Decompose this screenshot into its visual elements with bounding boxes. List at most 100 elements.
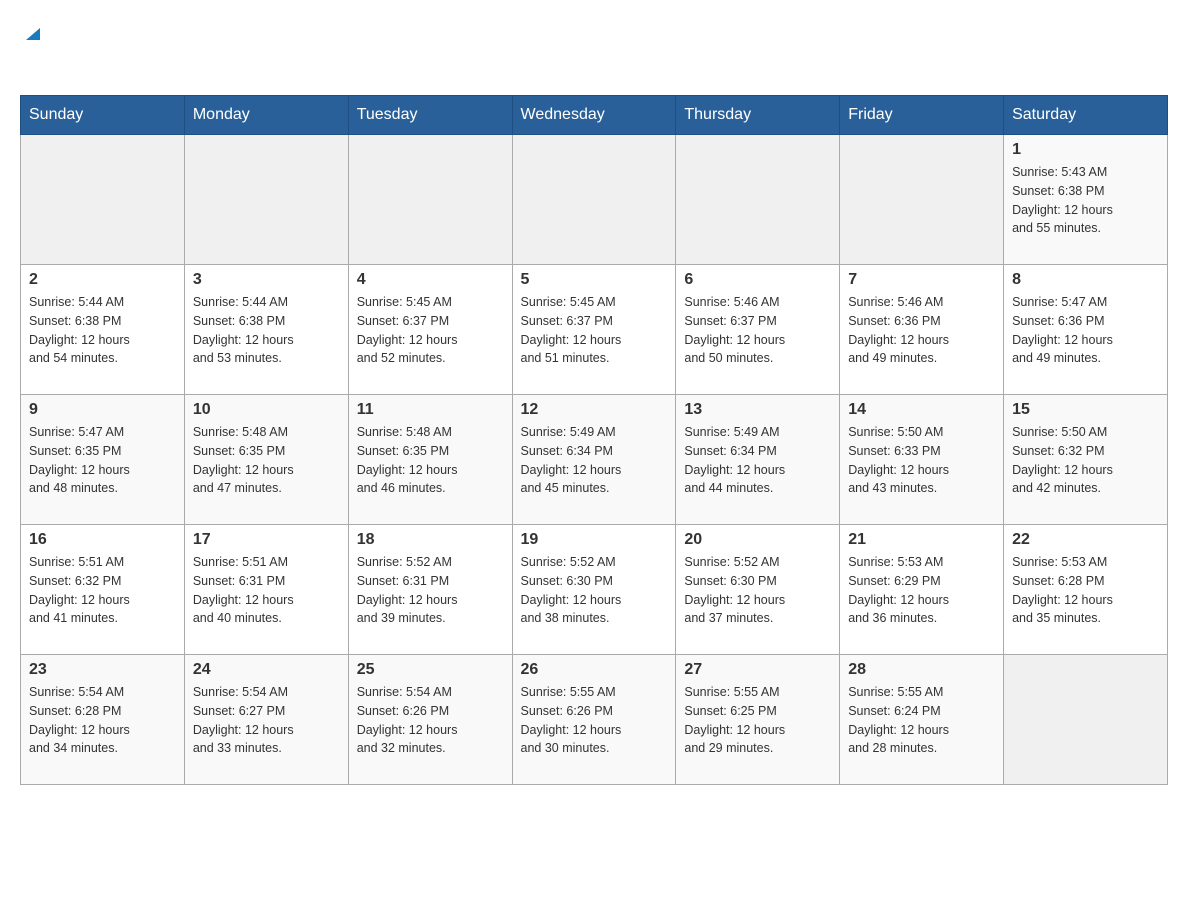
day-info: Sunrise: 5:48 AMSunset: 6:35 PMDaylight:…	[357, 423, 504, 498]
day-info: Sunrise: 5:55 AMSunset: 6:25 PMDaylight:…	[684, 683, 831, 758]
day-number: 24	[193, 661, 340, 679]
day-number: 12	[521, 401, 668, 419]
day-number: 21	[848, 531, 995, 549]
calendar-header: SundayMondayTuesdayWednesdayThursdayFrid…	[21, 96, 1168, 135]
calendar-cell: 15 Sunrise: 5:50 AMSunset: 6:32 PMDayligh…	[1004, 395, 1168, 525]
calendar-cell: 9 Sunrise: 5:47 AMSunset: 6:35 PMDaylight…	[21, 395, 185, 525]
day-info: Sunrise: 5:54 AMSunset: 6:28 PMDaylight:…	[29, 683, 176, 758]
day-number: 19	[521, 531, 668, 549]
calendar-cell: 5 Sunrise: 5:45 AMSunset: 6:37 PMDaylight…	[512, 265, 676, 395]
calendar-cell	[840, 135, 1004, 265]
calendar-cell: 27 Sunrise: 5:55 AMSunset: 6:25 PMDayligh…	[676, 655, 840, 785]
day-number: 10	[193, 401, 340, 419]
calendar-week-row: 1Sunrise: 5:43 AMSunset: 6:38 PMDaylight…	[21, 135, 1168, 265]
calendar-week-row: 23 Sunrise: 5:54 AMSunset: 6:28 PMDayligh…	[21, 655, 1168, 785]
calendar-body: 1Sunrise: 5:43 AMSunset: 6:38 PMDaylight…	[21, 135, 1168, 785]
day-number: 8	[1012, 271, 1159, 289]
page-header	[20, 20, 1168, 75]
calendar-cell	[348, 135, 512, 265]
day-info: Sunrise: 5:54 AMSunset: 6:27 PMDaylight:…	[193, 683, 340, 758]
day-number: 26	[521, 661, 668, 679]
day-info: Sunrise: 5:46 AMSunset: 6:36 PMDaylight:…	[848, 293, 995, 368]
calendar-week-row: 16 Sunrise: 5:51 AMSunset: 6:32 PMDayligh…	[21, 525, 1168, 655]
day-number: 6	[684, 271, 831, 289]
calendar-cell: 20Sunrise: 5:52 AMSunset: 6:30 PMDayligh…	[676, 525, 840, 655]
day-info: Sunrise: 5:46 AMSunset: 6:37 PMDaylight:…	[684, 293, 831, 368]
weekday-header-thursday: Thursday	[676, 96, 840, 135]
day-info: Sunrise: 5:51 AMSunset: 6:31 PMDaylight:…	[193, 553, 340, 628]
day-number: 23	[29, 661, 176, 679]
calendar-cell: 28 Sunrise: 5:55 AMSunset: 6:24 PMDayligh…	[840, 655, 1004, 785]
day-info: Sunrise: 5:47 AMSunset: 6:36 PMDaylight:…	[1012, 293, 1159, 368]
day-number: 5	[521, 271, 668, 289]
day-number: 16	[29, 531, 176, 549]
day-info: Sunrise: 5:52 AMSunset: 6:30 PMDaylight:…	[521, 553, 668, 628]
calendar-cell: 13 Sunrise: 5:49 AMSunset: 6:34 PMDayligh…	[676, 395, 840, 525]
day-number: 11	[357, 401, 504, 419]
day-info: Sunrise: 5:52 AMSunset: 6:31 PMDaylight:…	[357, 553, 504, 628]
day-number: 3	[193, 271, 340, 289]
calendar-cell: 22 Sunrise: 5:53 AMSunset: 6:28 PMDayligh…	[1004, 525, 1168, 655]
calendar-cell: 1Sunrise: 5:43 AMSunset: 6:38 PMDaylight…	[1004, 135, 1168, 265]
day-info: Sunrise: 5:55 AMSunset: 6:24 PMDaylight:…	[848, 683, 995, 758]
day-number: 2	[29, 271, 176, 289]
day-info: Sunrise: 5:50 AMSunset: 6:32 PMDaylight:…	[1012, 423, 1159, 498]
day-info: Sunrise: 5:49 AMSunset: 6:34 PMDaylight:…	[684, 423, 831, 498]
calendar-cell	[21, 135, 185, 265]
day-info: Sunrise: 5:50 AMSunset: 6:33 PMDaylight:…	[848, 423, 995, 498]
weekday-header-monday: Monday	[184, 96, 348, 135]
calendar-cell: 12 Sunrise: 5:49 AMSunset: 6:34 PMDayligh…	[512, 395, 676, 525]
calendar-table: SundayMondayTuesdayWednesdayThursdayFrid…	[20, 95, 1168, 785]
calendar-cell: 8 Sunrise: 5:47 AMSunset: 6:36 PMDaylight…	[1004, 265, 1168, 395]
calendar-cell	[1004, 655, 1168, 785]
day-number: 14	[848, 401, 995, 419]
weekday-header-saturday: Saturday	[1004, 96, 1168, 135]
calendar-cell: 21 Sunrise: 5:53 AMSunset: 6:29 PMDayligh…	[840, 525, 1004, 655]
calendar-cell: 4 Sunrise: 5:45 AMSunset: 6:37 PMDaylight…	[348, 265, 512, 395]
calendar-cell: 14 Sunrise: 5:50 AMSunset: 6:33 PMDayligh…	[840, 395, 1004, 525]
day-info: Sunrise: 5:53 AMSunset: 6:29 PMDaylight:…	[848, 553, 995, 628]
calendar-cell: 25 Sunrise: 5:54 AMSunset: 6:26 PMDayligh…	[348, 655, 512, 785]
calendar-week-row: 9 Sunrise: 5:47 AMSunset: 6:35 PMDaylight…	[21, 395, 1168, 525]
day-number: 15	[1012, 401, 1159, 419]
day-info: Sunrise: 5:51 AMSunset: 6:32 PMDaylight:…	[29, 553, 176, 628]
day-number: 17	[193, 531, 340, 549]
day-info: Sunrise: 5:53 AMSunset: 6:28 PMDaylight:…	[1012, 553, 1159, 628]
weekday-header-wednesday: Wednesday	[512, 96, 676, 135]
weekday-header-row: SundayMondayTuesdayWednesdayThursdayFrid…	[21, 96, 1168, 135]
calendar-cell: 2Sunrise: 5:44 AMSunset: 6:38 PMDaylight…	[21, 265, 185, 395]
day-info: Sunrise: 5:54 AMSunset: 6:26 PMDaylight:…	[357, 683, 504, 758]
calendar-cell: 10 Sunrise: 5:48 AMSunset: 6:35 PMDayligh…	[184, 395, 348, 525]
day-info: Sunrise: 5:55 AMSunset: 6:26 PMDaylight:…	[521, 683, 668, 758]
day-number: 28	[848, 661, 995, 679]
day-info: Sunrise: 5:45 AMSunset: 6:37 PMDaylight:…	[357, 293, 504, 368]
day-number: 9	[29, 401, 176, 419]
calendar-cell: 18 Sunrise: 5:52 AMSunset: 6:31 PMDayligh…	[348, 525, 512, 655]
calendar-cell	[512, 135, 676, 265]
day-number: 25	[357, 661, 504, 679]
calendar-cell: 17 Sunrise: 5:51 AMSunset: 6:31 PMDayligh…	[184, 525, 348, 655]
day-number: 1	[1012, 141, 1159, 159]
day-number: 7	[848, 271, 995, 289]
weekday-header-sunday: Sunday	[21, 96, 185, 135]
day-number: 20	[684, 531, 831, 549]
calendar-cell: 19 Sunrise: 5:52 AMSunset: 6:30 PMDayligh…	[512, 525, 676, 655]
logo	[20, 20, 78, 75]
day-number: 13	[684, 401, 831, 419]
calendar-cell	[676, 135, 840, 265]
day-number: 18	[357, 531, 504, 549]
day-number: 22	[1012, 531, 1159, 549]
day-number: 4	[357, 271, 504, 289]
day-info: Sunrise: 5:45 AMSunset: 6:37 PMDaylight:…	[521, 293, 668, 368]
calendar-cell: 16 Sunrise: 5:51 AMSunset: 6:32 PMDayligh…	[21, 525, 185, 655]
day-number: 27	[684, 661, 831, 679]
calendar-cell: 6 Sunrise: 5:46 AMSunset: 6:37 PMDaylight…	[676, 265, 840, 395]
day-info: Sunrise: 5:44 AMSunset: 6:38 PMDaylight:…	[193, 293, 340, 368]
day-info: Sunrise: 5:47 AMSunset: 6:35 PMDaylight:…	[29, 423, 176, 498]
calendar-cell: 3 Sunrise: 5:44 AMSunset: 6:38 PMDaylight…	[184, 265, 348, 395]
day-info: Sunrise: 5:48 AMSunset: 6:35 PMDaylight:…	[193, 423, 340, 498]
weekday-header-friday: Friday	[840, 96, 1004, 135]
day-info: Sunrise: 5:49 AMSunset: 6:34 PMDaylight:…	[521, 423, 668, 498]
calendar-cell	[184, 135, 348, 265]
logo-icon	[22, 22, 44, 44]
